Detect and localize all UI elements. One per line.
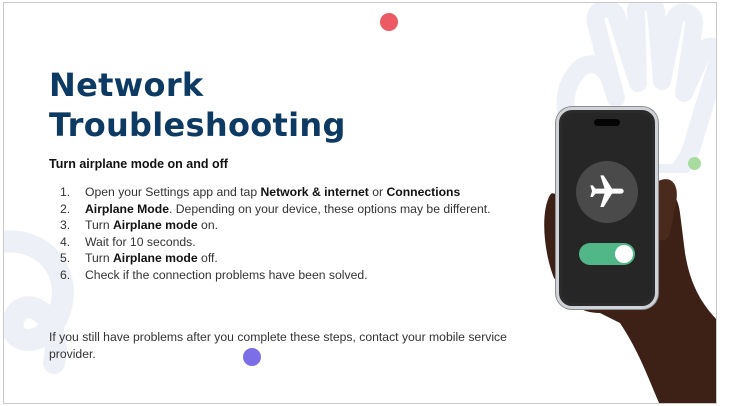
step-text: off. (197, 251, 218, 265)
step-emphasis: Network & internet (260, 185, 369, 199)
list-item: 5. Turn Airplane mode off. (49, 250, 519, 267)
phone-mockup (556, 107, 658, 309)
step-text: Check if the connection problems have be… (85, 267, 368, 282)
step-emphasis: Airplane mode (113, 251, 198, 265)
airplane-mode-toggle (579, 243, 635, 265)
step-emphasis: Airplane mode (113, 218, 198, 232)
step-number: 1. (60, 185, 71, 199)
step-text: on. (197, 218, 218, 232)
airplane-icon (590, 175, 624, 207)
list-item: 1. Open your Settings app and tap Networ… (49, 184, 519, 201)
step-emphasis: Connections (386, 185, 461, 199)
phone-notch (594, 119, 620, 126)
page-title: Network Troubleshooting (49, 65, 346, 145)
toggle-knob (615, 245, 633, 263)
step-emphasis: Airplane Mode (85, 201, 169, 216)
section-subtitle: Turn airplane mode on and off (49, 157, 228, 171)
step-text: Wait for 10 seconds. (85, 234, 196, 249)
step-text: Turn (85, 218, 113, 232)
steps-list: 1. Open your Settings app and tap Networ… (49, 184, 519, 283)
title-line-2: Troubleshooting (49, 106, 346, 144)
list-item: 6. Check if the connection problems have… (49, 267, 519, 284)
step-number: 5. (60, 251, 71, 265)
list-item: 4. Wait for 10 seconds. (49, 234, 519, 251)
slide: Network Troubleshooting Turn airplane mo… (3, 2, 717, 404)
airplane-mode-button (576, 161, 638, 223)
step-text: Open your Settings app and tap (85, 185, 261, 199)
list-item: 2. Airplane Mode. Depending on your devi… (49, 201, 519, 218)
step-text: Turn (85, 251, 113, 265)
phone-screen (562, 113, 652, 303)
step-number: 3. (60, 218, 71, 232)
decorative-red-dot (380, 13, 398, 31)
step-number: 4. (60, 234, 71, 249)
footer-note: If you still have problems after you com… (49, 330, 507, 361)
step-text: or (368, 185, 387, 199)
list-item: 3. Turn Airplane mode on. (49, 217, 519, 234)
step-text: . Depending on your device, these option… (168, 201, 491, 216)
step-number: 2. (60, 201, 71, 216)
step-number: 6. (60, 267, 71, 282)
title-line-1: Network (49, 66, 204, 104)
